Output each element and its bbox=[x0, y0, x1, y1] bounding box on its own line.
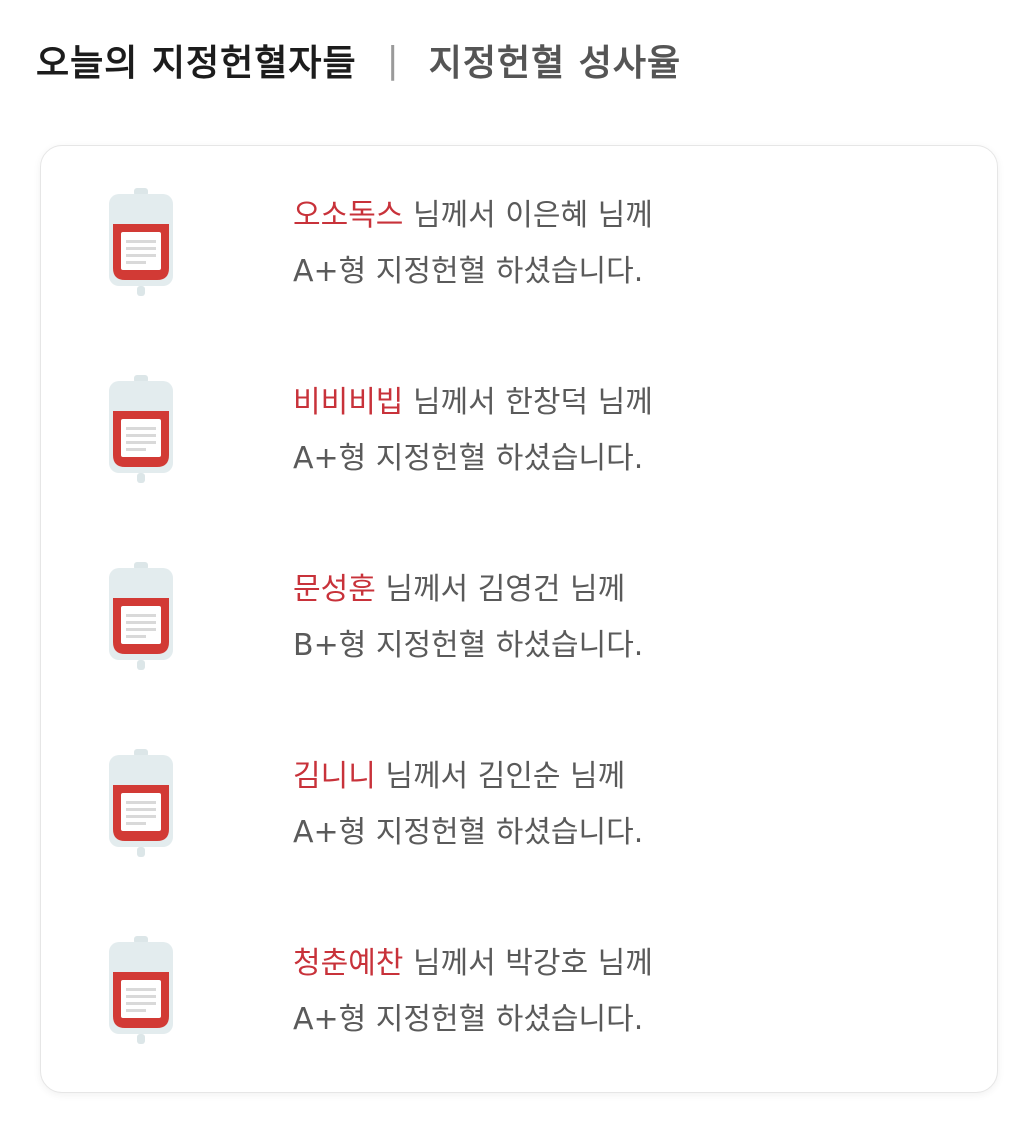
entry-result: B+형 지정헌혈 하셨습니다. bbox=[293, 628, 644, 663]
entry-result: A+형 지정헌혈 하셨습니다. bbox=[293, 815, 644, 850]
header: 오늘의 지정헌혈자들 | 지정헌혈 성사율 bbox=[36, 30, 681, 90]
entry-line-1: 문성훈 님께서 김영건 님께 bbox=[293, 562, 963, 618]
entry-text: 김니니 님께서 김인순 님께 A+형 지정헌혈 하셨습니다. bbox=[293, 749, 963, 861]
entry-text: 비비비빕 님께서 한창덕 님께 A+형 지정헌혈 하셨습니다. bbox=[293, 375, 963, 487]
honorific-text: 님께서 bbox=[403, 198, 506, 233]
blood-bag-icon bbox=[109, 562, 173, 670]
honorific-text: 님께서 bbox=[375, 572, 478, 607]
donor-name: 청춘예찬 bbox=[293, 946, 404, 981]
list-item: 오소독스 님께서 이은혜 님께 A+형 지정헌혈 하셨습니다. bbox=[107, 188, 967, 308]
list-item: 김니니 님께서 김인순 님께 A+형 지정헌혈 하셨습니다. bbox=[107, 749, 967, 869]
blood-bag-icon bbox=[109, 188, 173, 296]
honorific-text: 님께서 bbox=[375, 759, 478, 794]
donor-list-card: 오소독스 님께서 이은혜 님께 A+형 지정헌혈 하셨습니다. 비비비빕 님께서… bbox=[40, 145, 998, 1093]
list-item: 비비비빕 님께서 한창덕 님께 A+형 지정헌혈 하셨습니다. bbox=[107, 375, 967, 495]
tab-success-rate[interactable]: 지정헌혈 성사율 bbox=[429, 34, 681, 86]
entry-result: A+형 지정헌혈 하셨습니다. bbox=[293, 1002, 644, 1037]
entry-text: 오소독스 님께서 이은혜 님께 A+형 지정헌혈 하셨습니다. bbox=[293, 188, 963, 300]
entry-result: A+형 지정헌혈 하셨습니다. bbox=[293, 254, 644, 289]
honorific-text: 님께서 bbox=[403, 385, 506, 420]
recipient-name: 박강호 님께 bbox=[505, 946, 653, 981]
list-item: 문성훈 님께서 김영건 님께 B+형 지정헌혈 하셨습니다. bbox=[107, 562, 967, 682]
honorific-text: 님께서 bbox=[403, 946, 506, 981]
entry-line-1: 비비비빕 님께서 한창덕 님께 bbox=[293, 375, 963, 431]
blood-bag-icon bbox=[109, 749, 173, 857]
entry-result: A+형 지정헌혈 하셨습니다. bbox=[293, 441, 644, 476]
tab-todays-donors[interactable]: 오늘의 지정헌혈자들 bbox=[36, 34, 357, 86]
recipient-name: 김인순 님께 bbox=[477, 759, 626, 794]
entry-line-1: 김니니 님께서 김인순 님께 bbox=[293, 749, 963, 805]
list-item: 청춘예찬 님께서 박강호 님께 A+형 지정헌혈 하셨습니다. bbox=[107, 936, 967, 1056]
entry-text: 청춘예찬 님께서 박강호 님께 A+형 지정헌혈 하셨습니다. bbox=[293, 936, 963, 1048]
donor-name: 김니니 bbox=[293, 759, 376, 794]
recipient-name: 김영건 님께 bbox=[477, 572, 626, 607]
entry-text: 문성훈 님께서 김영건 님께 B+형 지정헌혈 하셨습니다. bbox=[293, 562, 963, 674]
donor-name: 문성훈 bbox=[293, 572, 376, 607]
entry-line-1: 청춘예찬 님께서 박강호 님께 bbox=[293, 936, 963, 992]
recipient-name: 한창덕 님께 bbox=[505, 385, 653, 420]
donor-name: 오소독스 bbox=[293, 198, 404, 233]
recipient-name: 이은혜 님께 bbox=[505, 198, 653, 233]
entry-line-1: 오소독스 님께서 이은혜 님께 bbox=[293, 188, 963, 244]
blood-bag-icon bbox=[109, 375, 173, 483]
tab-divider: | bbox=[386, 39, 399, 81]
donor-name: 비비비빕 bbox=[293, 385, 404, 420]
blood-bag-icon bbox=[109, 936, 173, 1044]
